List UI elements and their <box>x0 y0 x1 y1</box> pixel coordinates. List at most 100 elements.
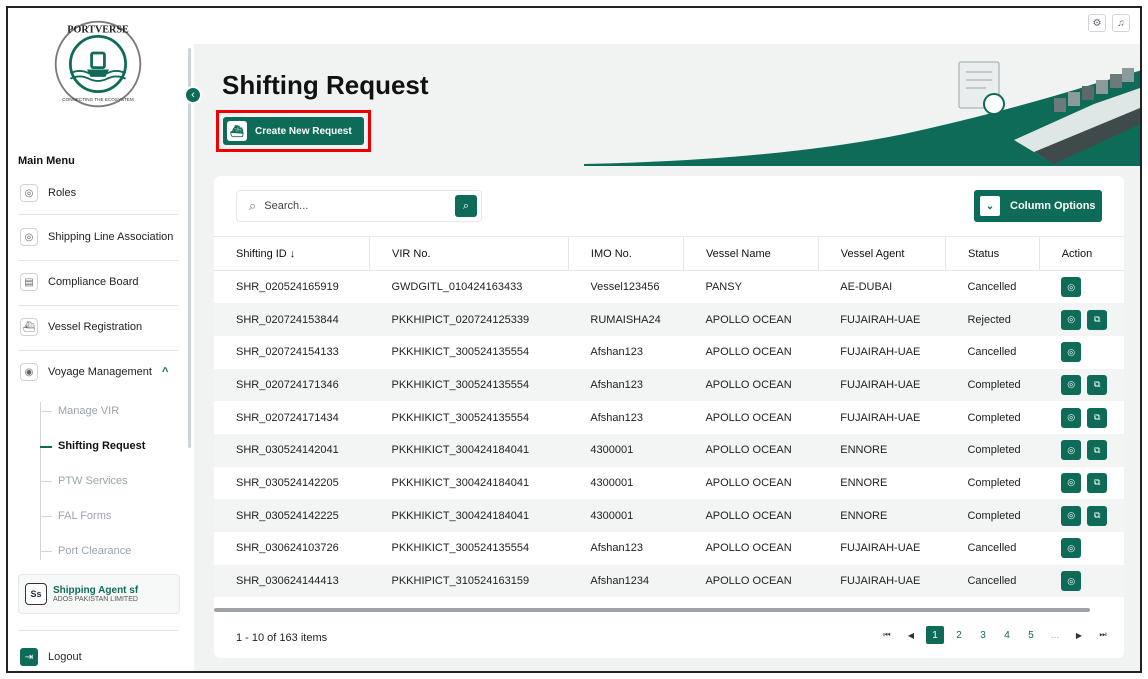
avatar: Ss <box>25 583 47 605</box>
sidebar-item-label: Shipping Line Association <box>48 231 174 243</box>
cell-status: Completed <box>945 499 1040 532</box>
page-button-2[interactable]: 2 <box>950 626 968 644</box>
sidebar-item-label: Compliance Board <box>48 276 139 288</box>
chevron-down-icon: ⌄ <box>980 196 1000 216</box>
cell-vir-no: PKKHIKICT_300424184041 <box>391 476 530 489</box>
cell-vessel-agent: AE-DUBAI <box>840 281 893 294</box>
view-icon[interactable]: ◎ <box>1061 440 1082 461</box>
subitem-port-clearance[interactable]: Port Clearance <box>58 545 131 557</box>
table-row: SHR_030524142205 PKKHIKICT_300424184041 … <box>214 467 1124 500</box>
page-button-4[interactable]: 4 <box>998 626 1016 644</box>
subitem-ptw-services[interactable]: PTW Services <box>58 475 128 487</box>
divider <box>18 305 178 306</box>
cell-shifting-id: SHR_020724153844 <box>214 303 370 336</box>
cell-vessel-agent: FUJAIRAH-UAE <box>818 564 946 598</box>
table-row: SHR_030624103726 PKKHIKICT_300524135554 … <box>214 532 1124 565</box>
view-icon[interactable]: ◎ <box>1061 505 1082 526</box>
cell-vessel-name: APOLLO OCEAN <box>705 476 792 489</box>
page-button-5[interactable]: 5 <box>1022 626 1040 644</box>
table-row: SHR_020724171346 PKKHIKICT_300524135554 … <box>214 368 1124 402</box>
page-button-3[interactable]: 3 <box>974 626 992 644</box>
cell-action: ◎ <box>1039 336 1124 369</box>
cell-shifting-id: SHR_020724171346 <box>214 368 370 402</box>
column-header-vessel-name: Vessel Name <box>682 236 819 271</box>
copy-document-icon[interactable]: ⧉ <box>1087 374 1108 395</box>
search-icon: ⌕ <box>249 198 257 213</box>
cell-vessel-agent: FUJAIRAH-UAE <box>818 303 946 336</box>
column-options-button[interactable]: ⌄ Column Options <box>974 190 1102 222</box>
view-icon[interactable]: ◎ <box>1061 342 1082 363</box>
cell-vessel-name: APOLLO OCEAN <box>705 346 792 359</box>
cell-imo-no: Afshan1234 <box>568 564 684 598</box>
location-icon: ◉ <box>20 363 38 381</box>
cell-shifting-id: SHR_030624103726 <box>236 542 339 555</box>
pagination: ⏮ ◀ 1 2 3 4 5 ... ▶ ⏭ <box>878 626 1112 644</box>
cell-status: Completed <box>945 433 1040 467</box>
page-ellipsis[interactable]: ... <box>1046 626 1064 644</box>
settings-icon[interactable]: ⚙ <box>1088 14 1106 32</box>
create-button-label: Create New Request <box>255 125 352 137</box>
chevron-up-icon[interactable]: ^ <box>162 366 168 378</box>
topbar-icons: ⚙ ♫ <box>1088 14 1130 32</box>
cell-action: ◎ ⧉ <box>1039 499 1124 532</box>
cell-vessel-name: APOLLO OCEAN <box>683 564 819 598</box>
cell-imo-no: 4300001 <box>568 433 684 467</box>
copy-document-icon[interactable]: ⧉ <box>1087 407 1108 428</box>
cell-vir-no: PKKHIKICT_300524135554 <box>391 346 530 359</box>
svg-text:CONNECTING THE ECOSYSTEM: CONNECTING THE ECOSYSTEM <box>62 97 134 102</box>
column-header-shifting-id[interactable]: Shifting ID ↓ <box>214 236 370 271</box>
notification-bell-icon[interactable]: ♫ <box>1112 14 1130 32</box>
sidebar-item-roles[interactable]: ◎ Roles <box>20 184 76 202</box>
view-icon[interactable]: ◎ <box>1061 309 1082 330</box>
cell-vessel-name: APOLLO OCEAN <box>683 433 819 467</box>
previous-page-icon[interactable]: ◀ <box>902 626 920 644</box>
cell-shifting-id: SHR_030524142041 <box>214 433 370 467</box>
sidebar-item-voyage-management[interactable]: ◉ Voyage Management ^ <box>20 363 168 381</box>
cell-imo-no: Afshan123 <box>568 368 684 402</box>
view-icon[interactable]: ◎ <box>1061 571 1082 592</box>
copy-document-icon[interactable]: ⧉ <box>1087 309 1108 330</box>
copy-document-icon[interactable]: ⧉ <box>1087 472 1108 493</box>
table-row: SHR_020724171434 PKKHIKICT_300524135554 … <box>214 401 1124 434</box>
sidebar-item-compliance-board[interactable]: ▤ Compliance Board <box>20 273 139 291</box>
view-icon[interactable]: ◎ <box>1061 277 1082 298</box>
collapse-sidebar-button[interactable]: ‹ <box>184 86 202 104</box>
table-row: SHR_020724153844 PKKHIPICT_020724125339 … <box>214 303 1124 336</box>
view-icon[interactable]: ◎ <box>1061 472 1082 493</box>
requests-table-card: ⌕ Search... ⌕ ⌄ Column Options Shifting … <box>214 176 1124 658</box>
sidebar-item-vessel-registration[interactable]: ⛴ Vessel Registration <box>20 318 142 336</box>
search-button[interactable]: ⌕ <box>455 195 477 217</box>
cell-action: ◎ <box>1039 532 1124 565</box>
subitem-fal-forms[interactable]: FAL Forms <box>58 510 111 522</box>
create-new-request-button[interactable]: ⛴ Create New Request <box>223 117 364 145</box>
next-page-icon[interactable]: ▶ <box>1070 626 1088 644</box>
cell-shifting-id: SHR_030624144413 <box>214 564 370 598</box>
view-icon[interactable]: ◎ <box>1061 407 1082 428</box>
cell-status: Cancelled <box>967 542 1017 555</box>
table-row: SHR_030624144413 PKKHIPICT_310524163159 … <box>214 564 1124 598</box>
copy-document-icon[interactable]: ⧉ <box>1087 440 1108 461</box>
copy-document-icon[interactable]: ⧉ <box>1087 505 1108 526</box>
sidebar-item-label: Voyage Management <box>48 366 152 378</box>
column-header-vessel-agent: Vessel Agent <box>817 236 946 271</box>
search-input[interactable]: ⌕ Search... ⌕ <box>236 190 482 222</box>
last-page-icon[interactable]: ⏭ <box>1094 626 1112 644</box>
divider <box>18 260 178 261</box>
sidebar-scrollbar[interactable] <box>188 48 191 448</box>
cell-vessel-name: APOLLO OCEAN <box>705 542 792 555</box>
page-button-1[interactable]: 1 <box>926 626 944 644</box>
user-profile-card[interactable]: Ss Shipping Agent sf ADOS PAKISTAN LIMIT… <box>18 574 180 614</box>
logout-button[interactable]: ⇥ Logout <box>20 648 82 666</box>
sidebar-item-shipping-line-association[interactable]: ◎ Shipping Line Association <box>20 228 173 246</box>
first-page-icon[interactable]: ⏮ <box>878 626 896 644</box>
subitem-manage-vir[interactable]: Manage VIR <box>58 405 119 417</box>
cell-vir-no: PKKHIKICT_300524135554 <box>391 542 530 555</box>
view-icon[interactable]: ◎ <box>1061 374 1082 395</box>
cell-status: Cancelled <box>945 564 1040 598</box>
view-icon[interactable]: ◎ <box>1061 538 1082 559</box>
cell-imo-no: Afshan123 <box>590 346 644 359</box>
subitem-shifting-request[interactable]: Shifting Request <box>58 440 145 452</box>
horizontal-scrollbar[interactable] <box>214 608 1090 612</box>
cell-action: ◎ ⧉ <box>1039 368 1124 402</box>
shifting-requests-table: Shifting ID ↓ VIR No. IMO No. Vessel Nam… <box>214 236 1124 598</box>
